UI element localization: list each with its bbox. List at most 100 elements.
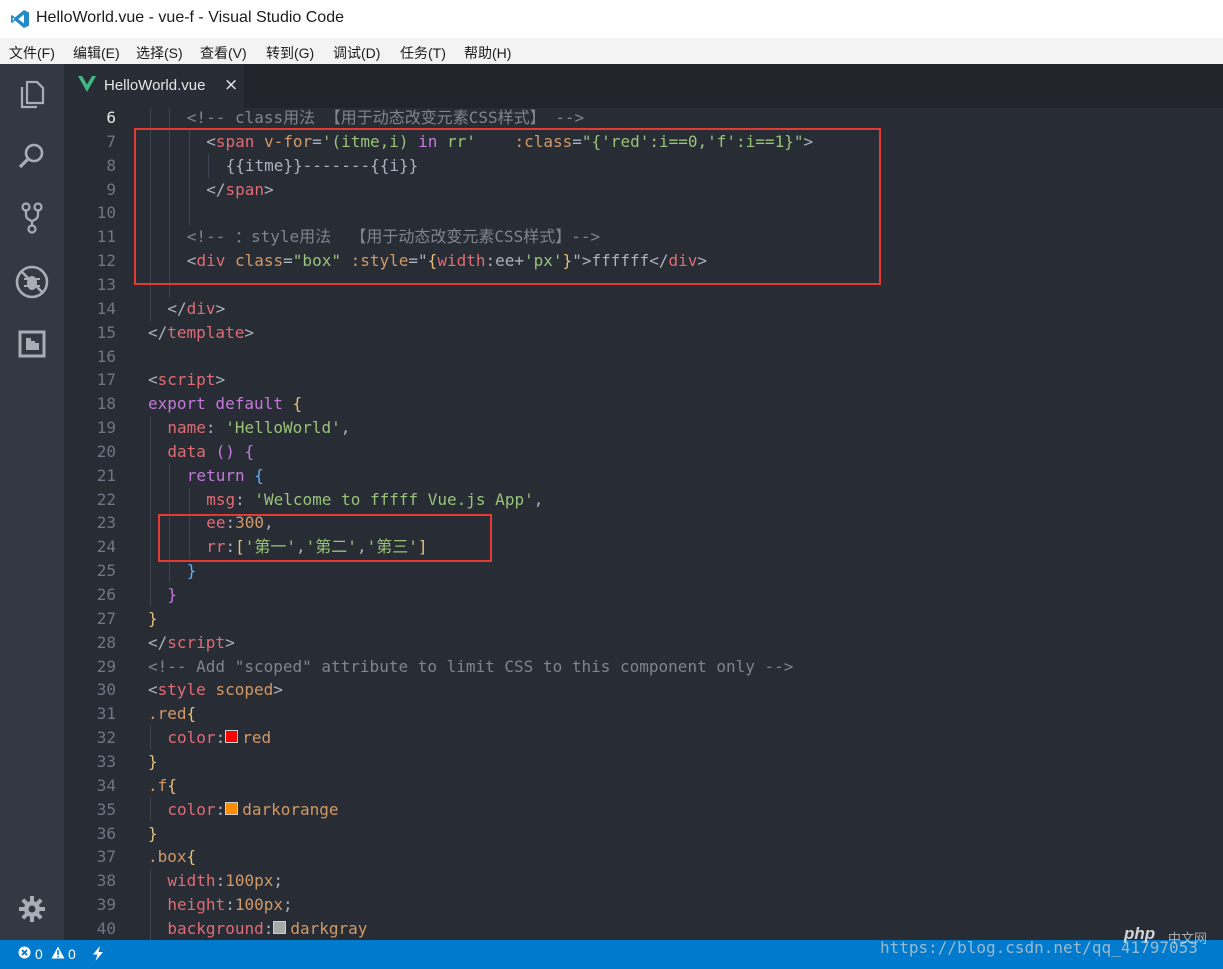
code-token: }: [148, 751, 158, 771]
code-token: :: [215, 871, 226, 891]
line-number: 27: [96, 608, 116, 628]
code-token: <!-- Add "scoped" attribute to limit CSS…: [148, 656, 794, 676]
code-line[interactable]: 16: [64, 345, 1223, 369]
code-token: style: [157, 680, 206, 700]
window-title: HelloWorld.vue - vue-f - Visual Studio C…: [36, 9, 344, 26]
extensions-icon[interactable]: [14, 326, 50, 362]
explorer-icon[interactable]: [14, 76, 50, 112]
menu-bar: 文件(F) 编辑(E) 选择(S) 查看(V) 转到(G) 调试(D) 任务(T…: [0, 38, 1223, 64]
code-text: height:100px;: [167, 893, 292, 917]
code-token: background: [167, 918, 264, 938]
code-line[interactable]: 19 name: 'HelloWorld',: [64, 416, 1223, 440]
code-text: </div>: [167, 297, 225, 321]
code-token: template: [167, 322, 245, 342]
vscode-logo-icon: [11, 10, 29, 28]
code-token: >: [215, 370, 226, 390]
code-token: ;: [273, 871, 284, 891]
menu-go[interactable]: 转到(G): [266, 43, 314, 63]
code-token: :: [205, 418, 226, 438]
source-control-icon[interactable]: [14, 200, 50, 236]
menu-file[interactable]: 文件(F): [9, 43, 55, 63]
code-text: </script>: [148, 631, 235, 655]
warnings-count[interactable]: 0: [68, 946, 76, 962]
code-line[interactable]: 26}: [64, 583, 1223, 607]
code-line[interactable]: 39 height:100px;: [64, 893, 1223, 917]
color-swatch-icon[interactable]: [225, 801, 239, 815]
code-line[interactable]: 22 msg: 'Welcome to fffff Vue.js App',: [64, 488, 1223, 512]
title-bar: HelloWorld.vue - vue-f - Visual Studio C…: [0, 0, 1223, 38]
code-text: name: 'HelloWorld',: [167, 416, 350, 440]
errors-icon[interactable]: [18, 946, 31, 962]
code-text: .box{: [148, 845, 196, 869]
code-token: </: [148, 632, 168, 652]
code-line[interactable]: 30 <style scoped>: [64, 678, 1223, 702]
line-number: 10: [96, 203, 116, 223]
vue-file-icon: [78, 76, 96, 92]
code-line[interactable]: 29 <!-- Add "scoped" attribute to limit C…: [64, 655, 1223, 679]
menu-edit[interactable]: 编辑(E): [73, 43, 120, 63]
code-text: .red{: [148, 702, 196, 726]
code-line[interactable]: 20 data () {: [64, 440, 1223, 464]
code-line[interactable]: 35 color: darkorange: [64, 798, 1223, 822]
line-number: 16: [96, 346, 116, 366]
line-number: 11: [96, 227, 116, 247]
color-swatch-icon[interactable]: [273, 920, 287, 934]
code-line[interactable]: 15 </template>: [64, 321, 1223, 345]
code-token: {: [244, 441, 255, 461]
code-token: color: [167, 799, 216, 819]
code-line[interactable]: 25}: [64, 559, 1223, 583]
code-line[interactable]: 33}: [64, 750, 1223, 774]
menu-tasks[interactable]: 任务(T): [400, 43, 446, 63]
close-icon[interactable]: ×: [224, 75, 238, 95]
code-line[interactable]: 40 background: darkgray: [64, 917, 1223, 940]
gear-icon[interactable]: [14, 891, 50, 927]
menu-help[interactable]: 帮助(H): [464, 43, 511, 63]
code-token: {: [186, 847, 197, 867]
code-line[interactable]: 36}: [64, 822, 1223, 846]
code-token: darkorange: [242, 799, 339, 819]
code-token: >: [215, 298, 226, 318]
code-line[interactable]: 31 .red{: [64, 702, 1223, 726]
code-line[interactable]: 34 .f{: [64, 774, 1223, 798]
code-line[interactable]: 37 .box{: [64, 845, 1223, 869]
lightning-icon[interactable]: [92, 946, 104, 964]
code-line[interactable]: 18 export default {: [64, 392, 1223, 416]
code-token: {: [292, 394, 303, 414]
code-token: </: [167, 298, 187, 318]
code-text: data () {: [167, 440, 254, 464]
line-number: 38: [96, 871, 116, 891]
code-token: width: [167, 871, 216, 891]
line-number: 21: [96, 465, 116, 485]
line-number: 25: [96, 561, 116, 581]
debug-icon[interactable]: [14, 264, 50, 300]
code-line[interactable]: 27}: [64, 607, 1223, 631]
line-number: 36: [96, 823, 116, 843]
code-line[interactable]: 32 color: red: [64, 726, 1223, 750]
code-text: msg: 'Welcome to fffff Vue.js App',: [206, 488, 543, 512]
code-line[interactable]: 21 return {: [64, 464, 1223, 488]
warnings-icon[interactable]: [51, 946, 65, 962]
code-editor[interactable]: 6 <!-- class用法 【用于动态改变元素CSS样式】 --> 7 <span …: [64, 108, 1223, 940]
menu-view[interactable]: 查看(V): [200, 43, 247, 63]
errors-count[interactable]: 0: [35, 946, 43, 962]
search-icon[interactable]: [14, 138, 50, 174]
code-line[interactable]: 6 <!-- class用法 【用于动态改变元素CSS样式】 -->: [64, 108, 1223, 130]
line-number: 29: [96, 656, 116, 676]
tab-helloworld-vue[interactable]: HelloWorld.vue ×: [64, 64, 244, 108]
color-swatch-icon[interactable]: [225, 730, 239, 744]
code-token: (): [215, 441, 235, 461]
code-line[interactable]: 17 <script>: [64, 368, 1223, 392]
line-number: 33: [96, 751, 116, 771]
menu-debug[interactable]: 调试(D): [333, 43, 380, 63]
code-token: color: [167, 728, 216, 748]
menu-selection[interactable]: 选择(S): [136, 43, 183, 63]
code-line[interactable]: 14 </div>: [64, 297, 1223, 321]
code-text: </template>: [148, 321, 254, 345]
code-text: }: [167, 583, 177, 607]
code-line[interactable]: 28 </script>: [64, 631, 1223, 655]
code-token: >: [225, 632, 235, 652]
code-token: height: [167, 895, 226, 915]
code-line[interactable]: 38 width:100px;: [64, 869, 1223, 893]
